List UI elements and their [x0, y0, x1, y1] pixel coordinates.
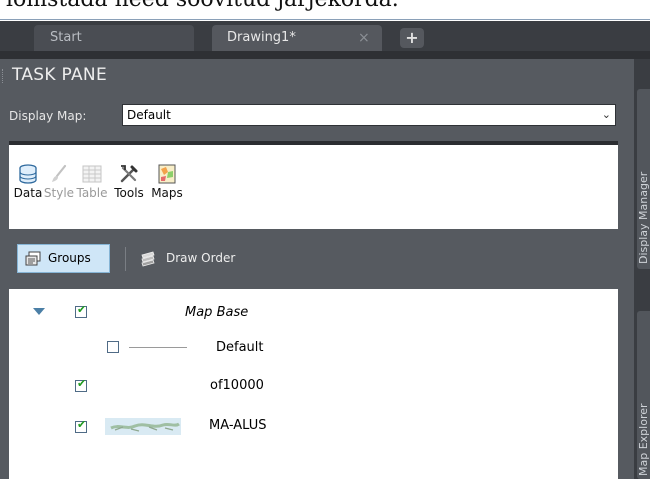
tools-icon: [120, 165, 138, 183]
side-tab-strip: Display Manager Map Explorer: [634, 59, 650, 479]
table-button-label: Table: [76, 186, 108, 200]
display-map-value: Default: [127, 108, 171, 122]
layer-checkbox-ma-alus[interactable]: ✔: [75, 418, 87, 433]
layer-checkbox-default[interactable]: [107, 341, 119, 353]
layer-label-default[interactable]: Default: [216, 340, 264, 355]
map-explorer-label: Map Explorer: [637, 403, 650, 476]
pane-title: TASK PANE: [12, 65, 107, 85]
maps-button[interactable]: Maps: [149, 163, 185, 200]
check-icon: ✔: [77, 418, 87, 431]
tab-drawing1-label: Drawing1*: [227, 30, 296, 45]
ribbon-toolbar: Data Style Table Tools Maps: [9, 141, 618, 229]
layer-checkbox-of10000[interactable]: ✔: [75, 377, 87, 392]
layer-tree: ✔ Map Base Default ✔ of10000 ✔ MA-ALUS: [9, 289, 618, 479]
groups-icon: [25, 251, 41, 266]
line-style-swatch: [129, 347, 187, 348]
toolbar-divider: [125, 247, 126, 271]
task-pane: TASK PANE Display Map: Default ⌄ Data St…: [0, 59, 634, 479]
table-icon: [82, 165, 102, 183]
view-toggle-bar: Groups Draw Order: [9, 237, 618, 281]
tab-start[interactable]: Start: [34, 25, 194, 51]
draw-order-button[interactable]: Draw Order: [166, 251, 235, 265]
tools-button[interactable]: Tools: [109, 163, 149, 200]
database-icon: [19, 164, 37, 184]
document-text-banner: lomstada need soovitud järjekorda.: [0, 0, 650, 20]
data-button-label: Data: [13, 186, 43, 200]
style-button-label: Style: [43, 186, 75, 200]
check-icon: ✔: [77, 303, 87, 316]
layer-checkbox-map-base[interactable]: ✔: [75, 303, 87, 318]
display-map-select[interactable]: Default ⌄: [122, 104, 616, 126]
tab-drawing1[interactable]: Drawing1* ×: [212, 25, 382, 51]
add-tab-button[interactable]: +: [400, 28, 424, 48]
maps-icon: [158, 164, 176, 184]
layer-label-of10000[interactable]: of10000: [210, 378, 264, 393]
draw-order-icon: [141, 251, 155, 267]
document-tab-bar: Start Drawing1* × +: [0, 21, 650, 51]
banner-divider: [0, 19, 650, 20]
layer-label-map-base[interactable]: Map Base: [185, 305, 248, 320]
data-button[interactable]: Data: [13, 163, 43, 200]
groups-button-label: Groups: [48, 251, 91, 265]
style-button[interactable]: Style: [43, 163, 75, 200]
layer-label-ma-alus[interactable]: MA-ALUS: [209, 418, 266, 433]
table-button[interactable]: Table: [75, 163, 109, 200]
tools-button-label: Tools: [114, 186, 144, 200]
check-icon: ✔: [77, 377, 87, 390]
brush-icon: [52, 164, 67, 182]
display-manager-label: Display Manager: [637, 171, 650, 264]
tab-start-label: Start: [50, 30, 82, 45]
document-text-fragment: lomstada need soovitud järjekorda.: [6, 0, 399, 12]
layer-thumbnail: [105, 418, 181, 435]
pane-grip-handle[interactable]: [2, 69, 5, 83]
tab-map-explorer[interactable]: Map Explorer: [637, 311, 650, 479]
close-icon[interactable]: ×: [358, 25, 370, 51]
tab-bar-shadow: [0, 51, 650, 59]
maps-button-label: Maps: [151, 186, 183, 200]
chevron-down-icon: ⌄: [601, 108, 611, 121]
groups-button[interactable]: Groups: [17, 244, 110, 273]
display-map-label: Display Map:: [9, 109, 87, 123]
tab-display-manager[interactable]: Display Manager: [637, 89, 650, 269]
expand-triangle-icon[interactable]: [33, 308, 45, 315]
